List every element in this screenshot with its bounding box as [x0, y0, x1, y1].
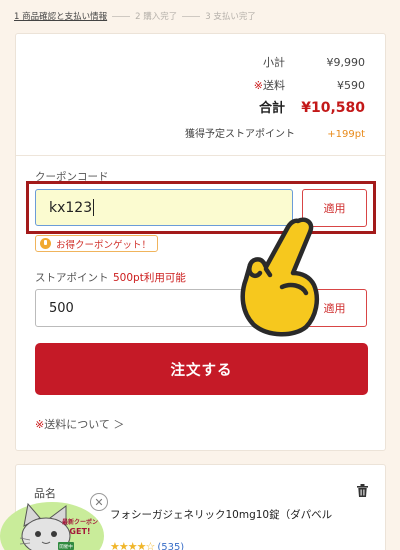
subtotal-label: 小計 — [263, 56, 285, 69]
place-order-button[interactable]: 注文する — [35, 343, 368, 395]
trash-icon[interactable] — [357, 484, 368, 497]
rating-stars: ★★★★☆ — [110, 540, 155, 550]
bulb-icon — [40, 238, 51, 249]
earned-points-label: 獲得予定ストアポイント — [185, 129, 295, 140]
shipping-link-mark: ※ — [35, 418, 45, 431]
review-count-link[interactable]: (535) — [157, 542, 184, 550]
earned-points-value: +199pt — [327, 129, 365, 140]
product-name[interactable]: フォシーガジェネリック10mg10錠（ダパベル — [110, 507, 332, 522]
shipping-link-text: 送料について ＞ — [44, 418, 125, 431]
step-divider — [182, 15, 201, 17]
total-label: 合計 — [258, 101, 285, 116]
subtotal-row: 小計 ¥9,990 — [263, 54, 365, 70]
badge-line-1: 最新クーポン — [62, 518, 98, 526]
store-points-value: 500 — [49, 300, 74, 316]
store-points-label: ストアポイント — [35, 272, 109, 284]
shipping-row: ※送料 ¥590 — [254, 77, 365, 93]
shipping-label: 送料 — [263, 79, 285, 92]
badge-line-2: GET! — [69, 527, 90, 536]
coupon-code-value: kx123 — [49, 199, 93, 216]
store-points-available: 500pt利用可能 — [113, 272, 186, 284]
subtotal-value: ¥9,990 — [326, 56, 366, 69]
shipping-note-mark: ※ — [253, 79, 263, 92]
shipping-info-link[interactable]: ※送料について ＞ — [35, 416, 124, 432]
shipping-value: ¥590 — [337, 79, 365, 92]
earned-points-row: 獲得予定ストアポイント +199pt — [185, 125, 365, 140]
checkout-steps: 1 商品確認と支払い情報 2 購入完了 3 支払い完了 — [14, 10, 256, 22]
total-row: 合計 ¥10,580 — [259, 97, 365, 116]
step-divider — [112, 15, 131, 17]
coupon-deal-label: お得クーポンゲット！ — [56, 239, 152, 251]
divider — [16, 155, 385, 156]
step-1: 1 商品確認と支払い情報 — [14, 12, 108, 22]
badge-tag: 開催中 — [59, 543, 73, 550]
product-rating: ★★★★☆ (535) — [110, 540, 184, 550]
close-icon[interactable]: ✕ — [90, 493, 108, 511]
step-3: 3 支払い完了 — [205, 12, 256, 22]
pointing-hand-icon — [240, 217, 319, 337]
text-caret — [93, 199, 95, 216]
total-value: ¥10,580 — [301, 100, 365, 116]
step-2: 2 購入完了 — [135, 12, 178, 22]
coupon-deal-badge[interactable]: お得クーポンゲット！ — [35, 235, 159, 252]
